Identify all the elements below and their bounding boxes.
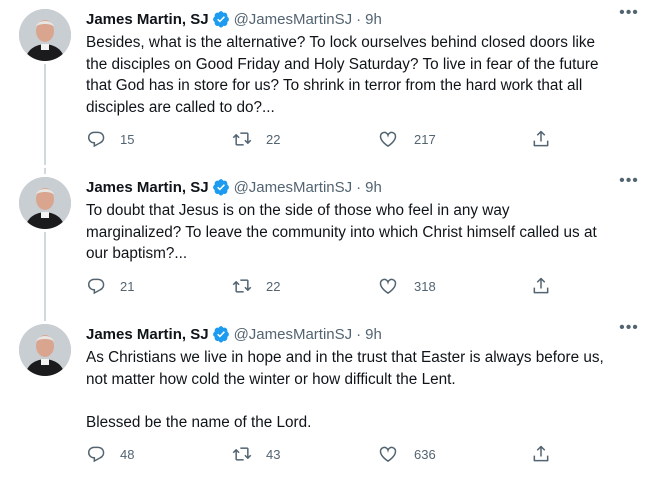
tweet-header: James Martin, SJ @JamesMartinSJ · 9h — [86, 323, 382, 345]
reply-icon — [88, 131, 105, 148]
like-count: 636 — [414, 446, 436, 462]
tweet-actions: 48 43 636 — [86, 444, 566, 466]
heart-icon — [379, 131, 397, 147]
heart-icon — [379, 278, 397, 294]
author-name[interactable]: James Martin, SJ — [86, 11, 209, 28]
share-icon — [533, 445, 549, 462]
retweet-icon — [232, 132, 252, 146]
verified-badge-icon — [212, 178, 230, 196]
reply-button[interactable]: 21 — [86, 276, 134, 296]
thread-connector-line — [44, 315, 46, 321]
thread-connector-line — [44, 64, 46, 165]
separator-dot: · — [356, 10, 362, 28]
heart-icon — [379, 446, 397, 462]
tweet-actions: 15 22 217 — [86, 129, 566, 151]
tweet[interactable]: James Martin, SJ @JamesMartinSJ · 9h •••… — [0, 0, 659, 165]
tweet[interactable]: James Martin, SJ @JamesMartinSJ · 9h •••… — [0, 168, 659, 316]
separator-dot: · — [356, 325, 362, 343]
author-handle[interactable]: @JamesMartinSJ — [234, 326, 353, 343]
tweet[interactable]: James Martin, SJ @JamesMartinSJ · 9h •••… — [0, 315, 659, 484]
like-count: 217 — [414, 131, 436, 147]
author-name[interactable]: James Martin, SJ — [86, 326, 209, 343]
share-button[interactable] — [531, 129, 551, 149]
like-button[interactable]: 318 — [378, 276, 436, 296]
share-icon — [533, 277, 549, 294]
retweet-count: 43 — [266, 446, 281, 462]
author-handle[interactable]: @JamesMartinSJ — [234, 179, 353, 196]
reply-button[interactable]: 48 — [86, 444, 134, 464]
tweet-text: To doubt that Jesus is on the side of th… — [86, 202, 597, 262]
like-count: 318 — [414, 278, 436, 294]
tweet-header: James Martin, SJ @JamesMartinSJ · 9h — [86, 8, 382, 30]
tweet-text: As Christians we live in hope and in the… — [86, 349, 604, 431]
retweet-icon — [232, 279, 252, 293]
reply-button[interactable]: 15 — [86, 129, 134, 149]
retweet-count: 22 — [266, 278, 281, 294]
like-button[interactable]: 636 — [378, 444, 436, 464]
retweet-count: 22 — [266, 131, 281, 147]
tweet-timestamp[interactable]: 9h — [365, 179, 382, 196]
tweet-text: Besides, what is the alternative? To loc… — [86, 34, 599, 116]
reply-icon — [88, 278, 105, 295]
tweet-actions: 21 22 318 — [86, 276, 566, 298]
tweet-timestamp[interactable]: 9h — [365, 326, 382, 343]
more-horizontal-icon[interactable]: ••• — [618, 320, 640, 341]
tweet-timestamp[interactable]: 9h — [365, 11, 382, 28]
reply-count: 48 — [120, 446, 135, 462]
retweet-button[interactable]: 43 — [232, 444, 280, 464]
tweet-header: James Martin, SJ @JamesMartinSJ · 9h — [86, 176, 382, 198]
share-icon — [533, 130, 549, 147]
reply-icon — [88, 446, 105, 463]
separator-dot: · — [356, 178, 362, 196]
thread-connector-line — [44, 232, 46, 316]
avatar[interactable] — [19, 324, 71, 376]
reply-count: 21 — [120, 278, 135, 294]
like-button[interactable]: 217 — [378, 129, 436, 149]
author-handle[interactable]: @JamesMartinSJ — [234, 11, 353, 28]
more-horizontal-icon[interactable]: ••• — [618, 173, 640, 194]
verified-badge-icon — [212, 325, 230, 343]
share-button[interactable] — [531, 276, 551, 296]
verified-badge-icon — [212, 10, 230, 28]
retweet-icon — [232, 447, 252, 461]
share-button[interactable] — [531, 444, 551, 464]
retweet-button[interactable]: 22 — [232, 129, 280, 149]
author-name[interactable]: James Martin, SJ — [86, 179, 209, 196]
avatar[interactable] — [19, 177, 71, 229]
avatar[interactable] — [19, 9, 71, 61]
tweet-thread: James Martin, SJ @JamesMartinSJ · 9h •••… — [0, 0, 659, 484]
more-horizontal-icon[interactable]: ••• — [618, 5, 640, 26]
reply-count: 15 — [120, 131, 135, 147]
thread-connector-line — [44, 168, 46, 174]
retweet-button[interactable]: 22 — [232, 276, 280, 296]
